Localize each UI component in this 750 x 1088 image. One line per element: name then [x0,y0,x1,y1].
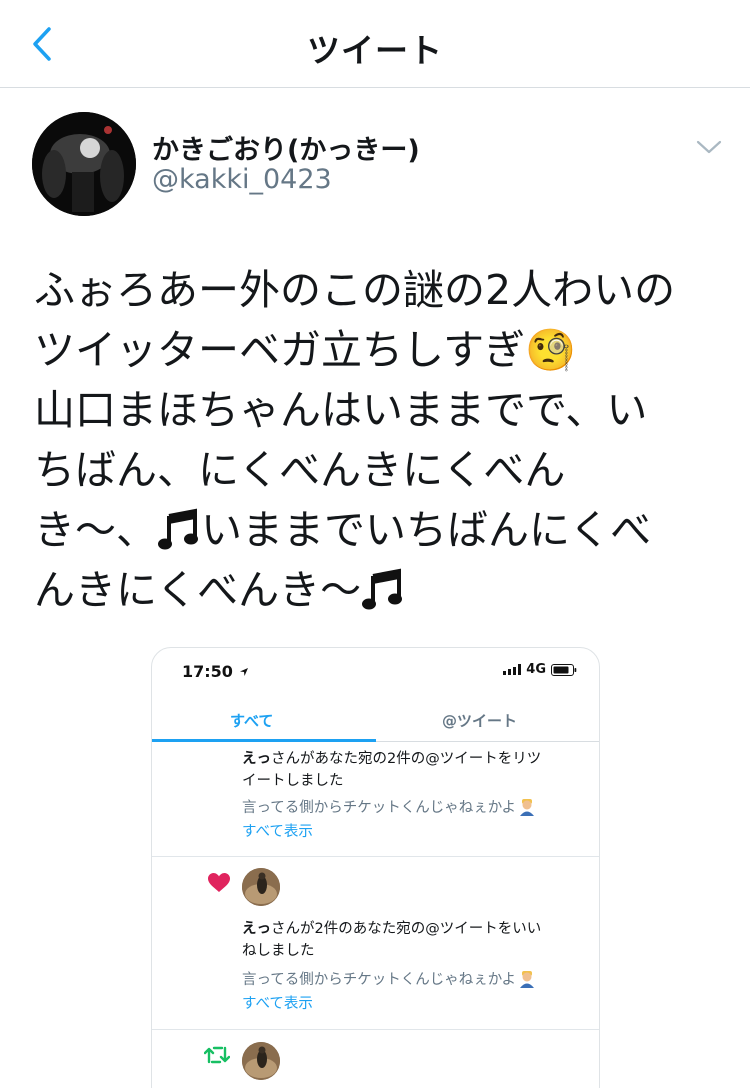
tweet-line: ちばん、にくべんきにくべん [34,446,566,494]
tweet-line: ふぉろあー外のこの謎の2人わいの [34,266,676,314]
tweet-menu-button[interactable] [692,132,726,162]
tab-all[interactable]: すべて [230,710,273,731]
caret-down-icon [696,140,722,154]
quoted-tweet-text: 言ってる側からチケットくんじゃねぇかよ [242,796,536,817]
author-handle[interactable]: @kakki_0423 [152,164,332,195]
signal-icon [503,664,522,675]
author-avatar[interactable] [32,112,136,216]
network-label: 4G [526,662,546,677]
notification-text: えっさんが2件のあなた宛の@ツイートをいい ねしました [242,921,542,959]
tab-mentions[interactable]: @ツイート [442,710,517,731]
author-name[interactable]: かきごおり(かっきー) [152,128,420,167]
heart-icon [208,873,230,892]
attached-image[interactable]: 17:50 4G すべて @ツイート えっさんがあなた宛の2件の@ツイートをリツ… [151,647,600,1088]
show-all-link[interactable]: すべて表示 [242,992,313,1013]
tweet-line: んきにくべんき〜 [34,560,724,620]
tweet-line-segment: き〜、 [34,506,157,554]
user-avatar[interactable] [242,868,280,906]
divider [152,1029,599,1030]
quoted-tweet-text: 言ってる側からチケットくんじゃねぇかよ [242,968,536,989]
notification-tabs: すべて @ツイート [152,698,599,742]
man-emoji [520,798,535,816]
tweet-line: ツイッターベガ立ちしすぎ🧐 [34,326,577,374]
user-avatar[interactable] [242,1042,280,1080]
tweet-line-segment: いままでいちばんにくべ [201,506,652,554]
status-indicators: 4G [503,662,577,677]
tweet-line-segment: んきにくべんき〜 [34,566,362,614]
tweet-text: ふぉろあー外のこの謎の2人わいの ツイッターベガ立ちしすぎ🧐 山口まほちゃんはい… [34,260,724,620]
status-time: 17:50 [182,662,249,681]
music-note-icon [362,568,403,610]
active-tab-indicator [152,739,376,742]
tweet-line: 山口まほちゃんはいままでで、い [34,386,648,434]
tweet-line: き〜、 いままでいちばんにくべ [34,500,724,560]
divider [152,856,599,857]
page-title: ツイート [307,31,443,70]
location-arrow-icon [239,668,248,676]
man-emoji [520,970,535,988]
status-bar: 17:50 4G [152,648,599,694]
notification-text: えっさんがあなた宛の2件の@ツイートをリツ イートしました [242,751,542,789]
battery-icon [551,663,577,676]
retweet-icon [204,1046,230,1064]
top-nav-bar: ツイート [0,0,750,88]
music-note-icon [158,508,198,550]
show-all-link[interactable]: すべて表示 [242,820,313,841]
